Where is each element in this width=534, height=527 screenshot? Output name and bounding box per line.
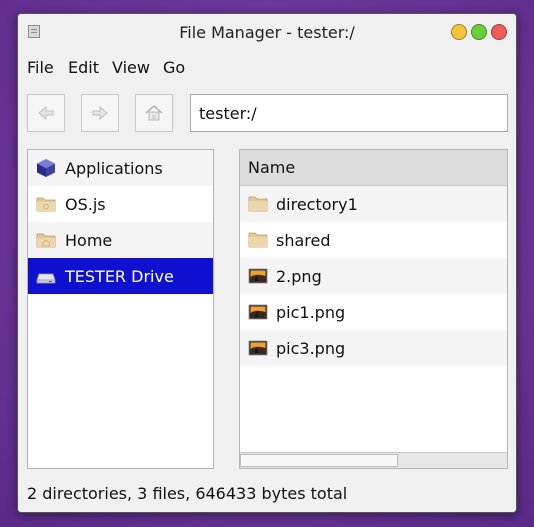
image-icon — [248, 340, 268, 356]
horizontal-scrollbar[interactable] — [240, 452, 507, 468]
file-list: Name directory1 shared 2.png pic1.png pi… — [239, 149, 508, 469]
sidebar-item-home[interactable]: Home — [28, 222, 213, 258]
sidebar-item-tester-drive[interactable]: TESTER Drive — [28, 258, 213, 294]
applications-cube-icon — [37, 159, 55, 177]
image-icon — [248, 268, 268, 284]
file-row-directory1[interactable]: directory1 — [240, 186, 507, 222]
home-button[interactable] — [135, 94, 173, 132]
window-title: File Manager - tester:/ — [179, 23, 355, 42]
sidebar-item-label: TESTER Drive — [65, 266, 174, 286]
file-row-shared[interactable]: shared — [240, 222, 507, 258]
sidebar-item-osjs[interactable]: OS.js — [28, 186, 213, 222]
menu-file[interactable]: File — [27, 58, 54, 77]
file-manager-window: File Manager - tester:/ File Edit View G… — [17, 13, 517, 513]
image-icon — [248, 304, 268, 320]
sidebar: Applications OS.js Home TESTER Drive — [27, 149, 214, 469]
file-name: directory1 — [276, 194, 358, 214]
sidebar-item-label: Home — [65, 230, 113, 250]
sidebar-item-applications[interactable]: Applications — [28, 150, 213, 186]
title-bar[interactable]: File Manager - tester:/ — [18, 14, 516, 50]
drive-icon — [36, 273, 56, 284]
folder-icon — [248, 232, 268, 248]
column-header-name[interactable]: Name — [240, 150, 507, 186]
file-name: pic3.png — [276, 338, 346, 358]
folder-icon — [248, 196, 268, 212]
path-input[interactable] — [190, 94, 508, 132]
back-arrow-icon — [38, 105, 54, 121]
minimize-button[interactable] — [451, 24, 467, 40]
menu-bar: File Edit View Go — [18, 54, 516, 80]
menu-view[interactable]: View — [112, 58, 150, 77]
home-folder-icon — [36, 233, 56, 248]
maximize-button[interactable] — [471, 24, 487, 40]
file-name: 2.png — [276, 266, 322, 286]
status-bar: 2 directories, 3 files, 646433 bytes tot… — [27, 484, 348, 503]
home-icon — [145, 105, 163, 121]
back-button[interactable] — [27, 94, 65, 132]
forward-arrow-icon — [92, 105, 108, 121]
sidebar-item-label: OS.js — [65, 194, 106, 214]
file-name: pic1.png — [276, 302, 346, 322]
toolbar — [18, 92, 516, 134]
close-button[interactable] — [491, 24, 507, 40]
sidebar-item-label: Applications — [65, 158, 163, 178]
file-row-pic1png[interactable]: pic1.png — [240, 294, 507, 330]
menu-go[interactable]: Go — [163, 58, 185, 77]
file-name: shared — [276, 230, 331, 250]
scrollbar-thumb[interactable] — [240, 454, 398, 467]
folder-icon — [36, 197, 56, 212]
file-row-pic3png[interactable]: pic3.png — [240, 330, 507, 366]
file-row-2png[interactable]: 2.png — [240, 258, 507, 294]
forward-button[interactable] — [81, 94, 119, 132]
menu-edit[interactable]: Edit — [68, 58, 99, 77]
